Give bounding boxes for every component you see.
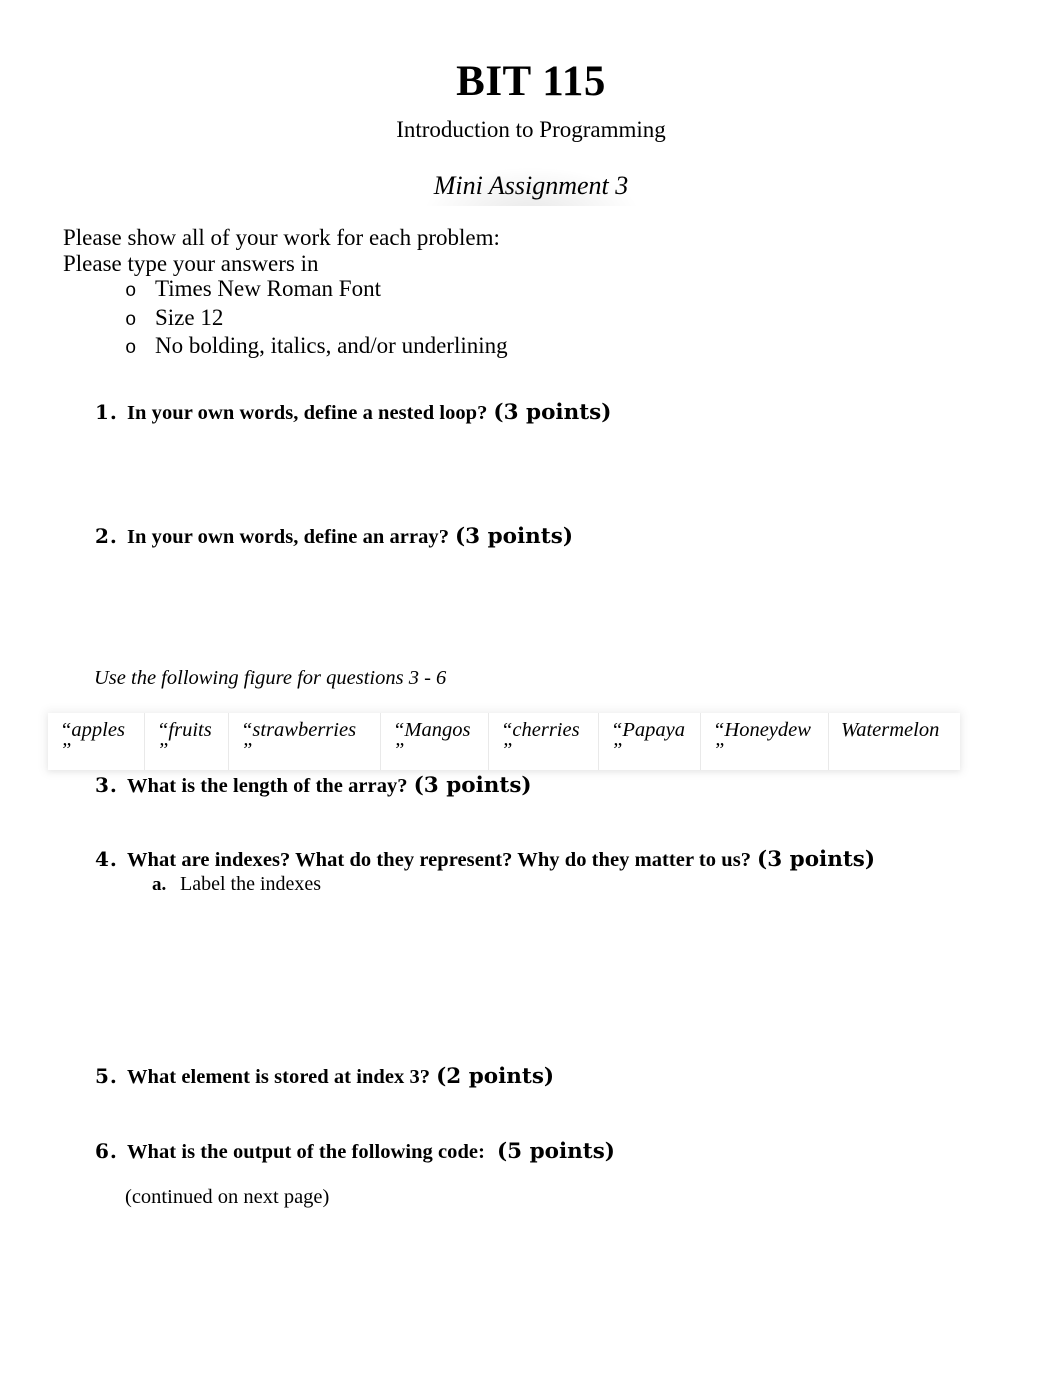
assignment-title-wrap: Mini Assignment 3 bbox=[0, 168, 1062, 206]
document-page: BIT 115 Introduction to Programming Mini… bbox=[0, 0, 1062, 1377]
array-cell-3: “Mangos ” bbox=[381, 713, 489, 770]
question-1: 1. In your own words, define a nested lo… bbox=[95, 400, 611, 425]
continued-note: (continued on next page) bbox=[125, 1186, 330, 1208]
circle-bullet-icon: o bbox=[125, 308, 137, 331]
circle-bullet-icon: o bbox=[125, 337, 137, 359]
list-item: o Times New Roman Font bbox=[125, 276, 823, 305]
question-2-number: 2. bbox=[95, 524, 118, 548]
question-5: 5. What element is stored at index 3? (2… bbox=[95, 1064, 554, 1089]
array-cell-5-closequote: ” bbox=[611, 739, 623, 761]
array-cell-0-value: “apples bbox=[60, 719, 125, 741]
question-3-points: (3 points) bbox=[413, 773, 532, 798]
array-cell-5-value: “Papaya bbox=[611, 719, 686, 741]
question-3-text: What is the length of the array? bbox=[127, 775, 408, 797]
question-2-text: In your own words, define an array? bbox=[127, 526, 449, 548]
array-cell-2-closequote: ” bbox=[241, 739, 253, 761]
question-4-text: What are indexes? What do they represent… bbox=[127, 849, 752, 871]
question-5-text: What element is stored at index 3? bbox=[127, 1066, 431, 1088]
question-6-number: 6. bbox=[95, 1139, 118, 1163]
array-cell-6-value: “Honeydew bbox=[713, 719, 811, 741]
question-1-text: In your own words, define a nested loop? bbox=[127, 402, 488, 424]
array-cell-0: “apples ” bbox=[48, 713, 145, 770]
array-cell-7-value: Watermelon bbox=[841, 719, 940, 741]
assignment-title: Mini Assignment 3 bbox=[423, 168, 639, 206]
question-4-number: 4. bbox=[95, 847, 118, 871]
array-cell-3-value: “Mangos bbox=[393, 719, 471, 741]
question-6: 6. What is the output of the following c… bbox=[95, 1139, 615, 1164]
list-item: o No bolding, italics, and/or underlinin… bbox=[125, 333, 823, 362]
array-cell-4-closequote: ” bbox=[501, 739, 513, 761]
array-cell-2: “strawberries ” bbox=[229, 713, 381, 770]
question-5-number: 5. bbox=[95, 1064, 118, 1088]
array-cell-2-value: “strawberries bbox=[241, 719, 357, 741]
array-cell-5: “Papaya ” bbox=[599, 713, 701, 770]
question-5-points: (2 points) bbox=[436, 1064, 555, 1089]
list-item-label: Size 12 bbox=[155, 304, 224, 330]
instructions-line-2: Please type your answers in bbox=[63, 250, 319, 276]
array-cell-7: Watermelon bbox=[829, 713, 960, 770]
question-4-points: (3 points) bbox=[757, 847, 876, 872]
array-cell-4-value: “cherries bbox=[501, 719, 580, 741]
circle-bullet-icon: o bbox=[125, 280, 137, 302]
instructions-block: Please show all of your work for each pr… bbox=[63, 225, 823, 362]
array-cell-4: “cherries ” bbox=[489, 713, 599, 770]
question-2: 2. In your own words, define an array? (… bbox=[95, 524, 573, 549]
question-2-points: (3 points) bbox=[455, 524, 573, 549]
question-4-sub-a-text: Label the indexes bbox=[180, 873, 322, 895]
figure-caption: Use the following figure for questions 3… bbox=[94, 667, 447, 689]
question-4-sub-a: a. Label the indexes bbox=[152, 873, 321, 896]
array-figure-table: “apples ” “fruits ” “strawberries ” “Man… bbox=[48, 713, 960, 770]
list-item-label: Times New Roman Font bbox=[155, 276, 381, 301]
array-cell-1-closequote: ” bbox=[157, 739, 169, 761]
instructions-sublist: o Times New Roman Font o Size 12 o No bo… bbox=[63, 276, 823, 362]
question-6-points: (5 points) bbox=[496, 1139, 615, 1164]
array-cell-1: “fruits ” bbox=[145, 713, 229, 770]
question-1-number: 1. bbox=[95, 400, 118, 424]
array-cell-3-closequote: ” bbox=[393, 739, 405, 761]
page-subtitle: Introduction to Programming bbox=[396, 117, 666, 142]
question-3-number: 3. bbox=[95, 773, 118, 797]
instructions-line-1: Please show all of your work for each pr… bbox=[63, 225, 500, 250]
array-cell-0-closequote: ” bbox=[60, 739, 72, 761]
array-cell-6: “Honeydew ” bbox=[701, 713, 829, 770]
question-3: 3. What is the length of the array? (3 p… bbox=[95, 773, 532, 798]
list-item: o Size 12 bbox=[125, 305, 823, 334]
question-4: 4. What are indexes? What do they repres… bbox=[95, 847, 875, 872]
page-title: BIT 115 bbox=[456, 58, 606, 105]
array-cell-6-closequote: ” bbox=[713, 739, 725, 761]
question-6-text: What is the output of the following code… bbox=[127, 1141, 485, 1163]
list-item-label: No bolding, italics, and/or underlining bbox=[155, 333, 508, 358]
question-1-points: (3 points) bbox=[493, 400, 612, 425]
question-4-sub-a-letter: a. bbox=[152, 874, 167, 895]
